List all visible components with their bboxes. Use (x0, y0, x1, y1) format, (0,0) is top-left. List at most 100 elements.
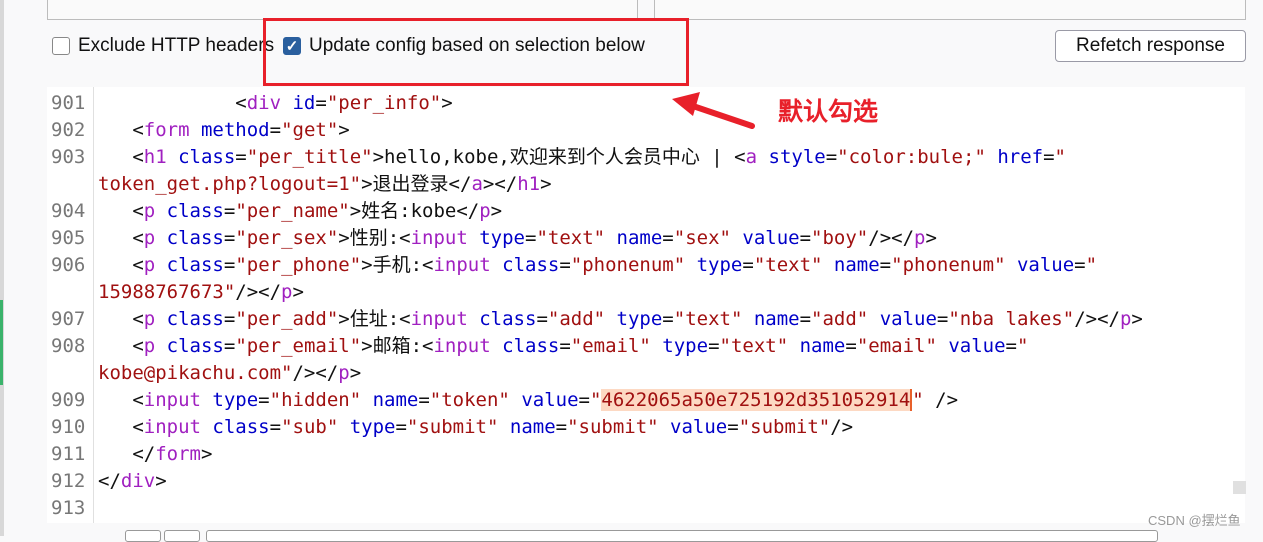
code-punctuation: = (936, 308, 949, 330)
highlight-box-annotation (263, 18, 689, 86)
tag-name: p (143, 335, 156, 357)
code-punctuation: > (540, 173, 552, 195)
attribute-value: "text" (673, 308, 743, 330)
attribute-value: "submit" (738, 416, 831, 438)
attribute-name: class (155, 254, 224, 276)
line-number: 913 (51, 497, 86, 519)
code-punctuation: >退出登录</ (361, 173, 472, 195)
response-panel (654, 0, 1246, 20)
attribute-value: " (589, 389, 602, 411)
scrollbar-thumb[interactable] (1233, 481, 1246, 494)
attribute-name: type (338, 416, 396, 438)
tag-name: p (143, 227, 156, 249)
code-punctuation: /></ (868, 227, 915, 249)
code-punctuation: = (559, 335, 571, 357)
attribute-name: href (985, 146, 1044, 168)
attribute-name: value (730, 227, 800, 249)
tag-name: p (143, 308, 156, 330)
code-punctuation: = (708, 335, 720, 357)
attribute-value: " (1016, 335, 1029, 357)
search-input[interactable] (206, 530, 1158, 542)
code-punctuation: = (662, 308, 674, 330)
attribute-value: kobe@pikachu.com" (98, 362, 293, 384)
code-punctuation: > (490, 200, 503, 222)
toolbar-button[interactable] (125, 530, 161, 542)
code-text: <p class="per_phone">手机:<input class="ph… (98, 252, 1097, 279)
tag-name: input (433, 254, 491, 276)
code-punctuation: = (825, 146, 838, 168)
arrow-annotation-icon (672, 92, 755, 129)
code-editor[interactable]: 901 <div id="per_info"> 902 <form method=… (47, 87, 1245, 523)
code-punctuation: = (799, 308, 812, 330)
code-punctuation: ></ (482, 173, 518, 195)
code-text: <form method="get"> (98, 117, 350, 144)
code-punctuation: >hello,kobe,欢迎来到个人会员中心 | < (372, 146, 746, 168)
code-punctuation: = (395, 416, 407, 438)
code-punctuation: > (292, 281, 304, 303)
attribute-value: "per_add" (235, 308, 339, 330)
attribute-name: value (936, 335, 1006, 357)
code-punctuation: > (1131, 308, 1143, 330)
attribute-value: "nba lakes" (948, 308, 1075, 330)
attribute-value: "per_name" (235, 200, 350, 222)
code-punctuation: = (727, 416, 739, 438)
attribute-value: "phonenum" (570, 254, 686, 276)
code-punctuation: = (223, 335, 236, 357)
code-punctuation: = (223, 200, 236, 222)
exclude-http-headers-checkbox[interactable] (52, 37, 70, 55)
code-punctuation: = (1043, 146, 1055, 168)
toolbar-button[interactable] (164, 530, 200, 542)
attribute-value: "sub" (281, 416, 339, 438)
attribute-value: "color:bule;" (837, 146, 986, 168)
code-punctuation: = (662, 227, 674, 249)
code-punctuation: > (349, 362, 362, 384)
line-number: 912 (51, 470, 86, 492)
attribute-value: "per_sex" (235, 227, 339, 249)
line-number: 903 (51, 146, 86, 168)
attribute-name: value (658, 416, 728, 438)
code-punctuation: = (559, 254, 571, 276)
code-punctuation: /></ (292, 362, 339, 384)
attribute-name: class (467, 308, 537, 330)
annotation-text: 默认勾选 (778, 98, 879, 126)
code-punctuation: >住址:< (338, 308, 411, 330)
code-punctuation: > (338, 119, 350, 141)
code-text: <p class="per_sex">性别:<input type="text"… (98, 225, 937, 252)
exclude-http-headers-option[interactable]: Exclude HTTP headers (52, 33, 274, 59)
refetch-response-button[interactable]: Refetch response (1055, 30, 1246, 62)
code-text: 15988767673"/></p> (98, 279, 304, 306)
code-text: </form> (98, 441, 212, 468)
watermark: CSDN @摆烂鱼 (1148, 513, 1241, 528)
code-punctuation: /></ (235, 281, 282, 303)
attribute-name: type (605, 308, 663, 330)
code-punctuation: < (98, 416, 144, 438)
tag-name: p (914, 227, 926, 249)
code-punctuation: = (799, 227, 812, 249)
attribute-name: type (685, 254, 743, 276)
attribute-name: name (788, 335, 846, 357)
selected-token-value[interactable]: 4622065a50e725192d351052914 (601, 389, 913, 411)
code-punctuation: > (441, 92, 453, 114)
code-punctuation: >姓名:kobe</ (349, 200, 480, 222)
attribute-value: "email" (570, 335, 651, 357)
tag-name: form (155, 443, 201, 465)
code-punctuation: = (235, 146, 247, 168)
code-punctuation: = (1005, 335, 1017, 357)
attribute-name: name (498, 416, 556, 438)
code-punctuation: </ (98, 443, 156, 465)
attribute-value: "per_title" (246, 146, 373, 168)
attribute-name: name (361, 389, 419, 411)
code-punctuation: /></ (1074, 308, 1120, 330)
attribute-value: "per_phone" (235, 254, 362, 276)
code-punctuation: < (98, 227, 144, 249)
code-punctuation: < (98, 146, 144, 168)
attribute-value: " (1085, 254, 1098, 276)
attribute-value: "get" (281, 119, 339, 141)
attribute-value: " (1054, 146, 1066, 168)
attribute-value: token_get.php?logout=1" (98, 173, 362, 195)
line-number: 902 (51, 119, 86, 141)
code-punctuation: < (98, 308, 144, 330)
line-number: 911 (51, 443, 86, 465)
code-text: <div id="per_info"> (98, 90, 453, 117)
tag-name: div (246, 92, 282, 114)
